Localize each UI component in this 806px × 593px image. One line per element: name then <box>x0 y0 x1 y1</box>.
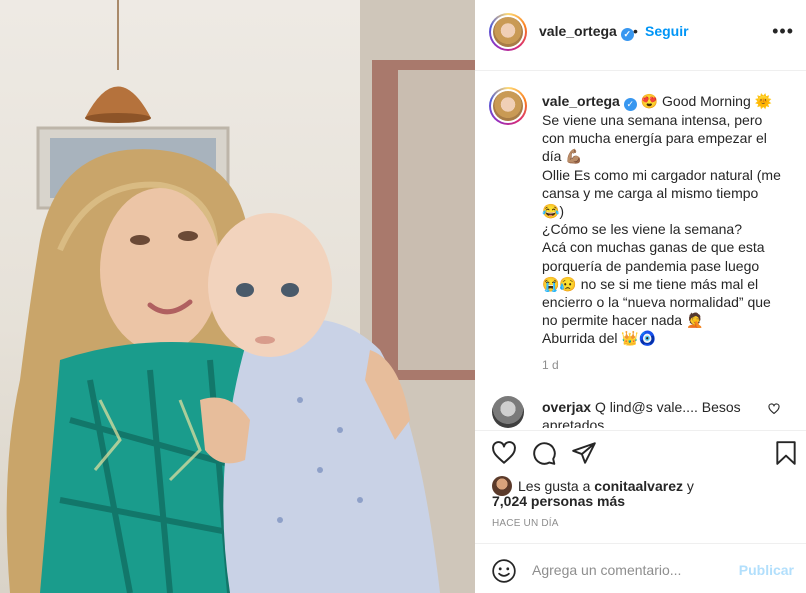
caption-line: 😍 Good Morning 🌞 <box>640 93 773 109</box>
header-separator: • <box>633 23 638 39</box>
caption-time-ago[interactable]: 1 d <box>542 358 559 372</box>
publish-button[interactable]: Publicar <box>739 562 794 578</box>
caption-line: porquería de pandemia pase luego <box>542 257 760 274</box>
more-icon[interactable]: ••• <box>772 22 794 40</box>
caption-line: Acá con muchas ganas de que esta <box>542 239 765 256</box>
comment-like-heart-icon[interactable] <box>768 403 780 415</box>
header-username-text[interactable]: vale_ortega <box>539 23 617 39</box>
comment-username[interactable]: overjax <box>542 399 591 415</box>
emoji-icon[interactable] <box>491 558 517 584</box>
share-icon[interactable] <box>571 440 597 466</box>
heart-icon[interactable] <box>491 440 517 466</box>
commenter-avatar[interactable] <box>492 396 524 428</box>
photo-illustration <box>6 0 475 593</box>
header-avatar[interactable] <box>489 13 527 51</box>
caption-line: ¿Cómo se les viene la semana? <box>542 221 742 238</box>
caption-line: no permite hacer nada 🤦 <box>542 312 704 329</box>
comment-icon[interactable] <box>531 440 557 466</box>
likes-prefix: Les gusta a <box>518 478 591 494</box>
post-timestamp[interactable]: HACE UN DÍA <box>492 518 559 529</box>
header-divider <box>475 70 806 71</box>
comment-item: overjax Q lind@s vale.... Besos apretado… <box>542 398 762 428</box>
likes-user[interactable]: conitaalvarez <box>594 478 683 494</box>
caption-username[interactable]: vale_ortega <box>542 93 620 109</box>
post-side-panel: vale_ortega ✓ • Seguir ••• vale_ortega ✓ 😍… <box>475 0 806 593</box>
caption-line: cansa y me carga al mismo tiempo <box>542 184 759 201</box>
caption-line: día 💪🏽 <box>542 148 583 165</box>
caption-avatar[interactable] <box>489 87 527 125</box>
verified-icon: ✓ <box>623 98 637 111</box>
likes-count[interactable]: 7,024 personas más <box>492 493 625 509</box>
post-photo[interactable] <box>0 0 475 593</box>
caption-line: 😂) <box>542 203 565 220</box>
post-caption: vale_ortega ✓ 😍 Good Morning 🌞 Se viene u… <box>542 92 790 348</box>
add-comment-bar: Publicar <box>475 543 806 593</box>
comment-input[interactable] <box>532 558 732 582</box>
caption-line: 😭😥 no se si me tiene más mal el <box>542 275 759 292</box>
caption-line: con mucha energía para empezar el <box>542 130 767 147</box>
verified-icon: ✓ <box>620 28 634 41</box>
actions-divider <box>475 430 806 431</box>
caption-line: Aburrida del 👑🧿 <box>542 330 657 347</box>
bookmark-icon[interactable] <box>773 440 799 466</box>
caption-line: encierro o la “nueva normalidad” que <box>542 294 771 311</box>
follow-button[interactable]: Seguir <box>645 23 689 39</box>
header-username[interactable]: vale_ortega ✓ <box>539 23 634 41</box>
caption-line: Se viene una semana intensa, pero <box>542 112 763 128</box>
caption-line: Ollie Es como mi cargador natural (me <box>542 166 781 183</box>
likes-conjunction: y <box>686 478 694 494</box>
